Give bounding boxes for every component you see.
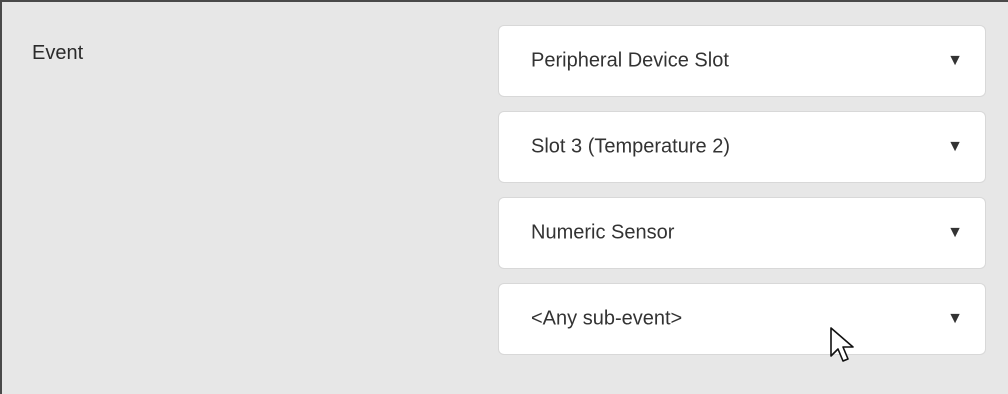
sub-event-select-value: <Any sub-event> xyxy=(531,307,683,330)
triangle-down-icon: ▼ xyxy=(947,310,963,327)
event-label: Event xyxy=(32,42,84,64)
triangle-down-icon: ▼ xyxy=(947,138,963,155)
sub-event-select[interactable]: <Any sub-event> ▼ xyxy=(498,283,986,355)
sensor-type-select[interactable]: Numeric Sensor ▼ xyxy=(498,197,986,269)
triangle-down-icon: ▼ xyxy=(947,224,963,241)
slot-select[interactable]: Slot 3 (Temperature 2) ▼ xyxy=(498,111,986,183)
slot-select-value: Slot 3 (Temperature 2) xyxy=(531,135,730,158)
triangle-down-icon: ▼ xyxy=(947,52,963,69)
sensor-type-select-value: Numeric Sensor xyxy=(531,221,675,244)
event-type-select[interactable]: Peripheral Device Slot ▼ xyxy=(498,25,986,97)
event-type-select-value: Peripheral Device Slot xyxy=(531,49,729,72)
mouse-pointer-icon xyxy=(830,327,854,362)
